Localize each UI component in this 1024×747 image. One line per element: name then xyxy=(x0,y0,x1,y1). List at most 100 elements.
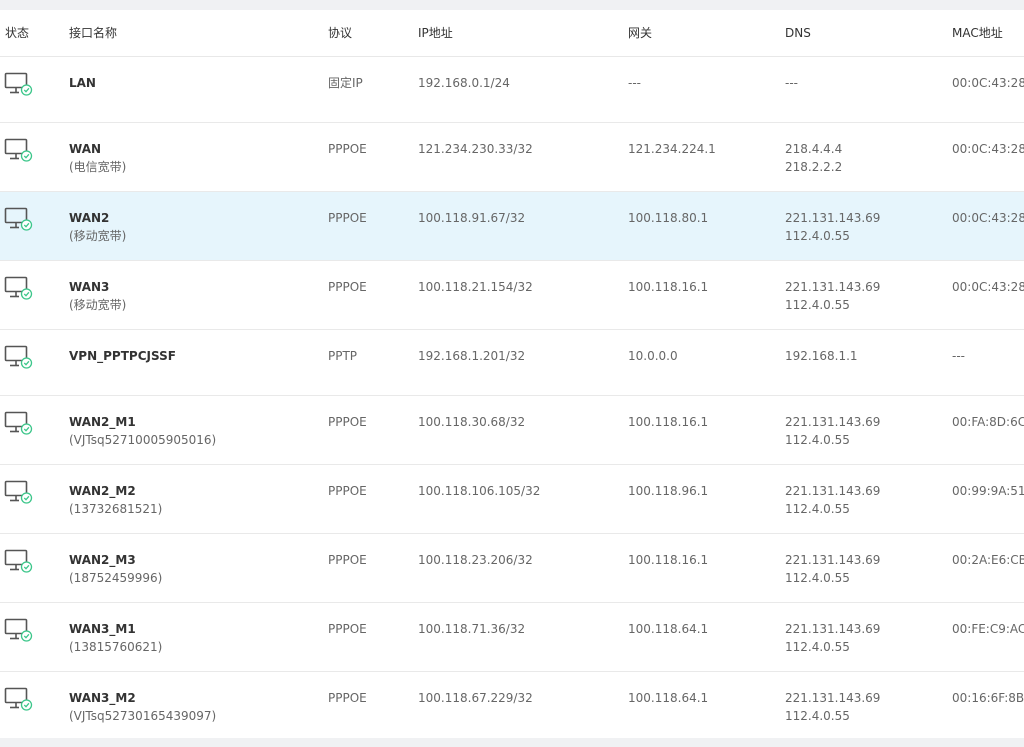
protocol-cell: PPPOE xyxy=(328,280,367,294)
table-row[interactable]: WAN3_M2 (VJTsq52730165439097) PPPOE 100.… xyxy=(0,672,1024,738)
interface-description: (移动宽带) xyxy=(69,298,127,312)
gateway-cell: 100.118.16.1 xyxy=(628,415,709,429)
interface-name: WAN2 xyxy=(69,211,110,225)
header-gateway: 网关 xyxy=(628,26,653,40)
ip-cell: 100.118.71.36/32 xyxy=(418,622,526,636)
protocol-cell: PPPOE xyxy=(328,622,367,636)
mac-cell: 00:16:6F:8B:9 xyxy=(952,691,1024,705)
protocol-cell: PPPOE xyxy=(328,211,367,225)
monitor-connected-icon xyxy=(4,345,33,369)
interface-name-cell: WAN2_M3 (18752459996) xyxy=(69,551,162,587)
dns-secondary: 112.4.0.55 xyxy=(785,640,850,654)
dns-cell: 221.131.143.69 112.4.0.55 xyxy=(785,482,880,518)
gateway-cell: 100.118.16.1 xyxy=(628,280,709,294)
protocol-cell: PPTP xyxy=(328,349,358,363)
interface-name-cell: LAN xyxy=(69,74,96,92)
monitor-connected-icon xyxy=(4,687,33,711)
ip-cell: 100.118.106.105/32 xyxy=(418,484,541,498)
mac-cell: 00:99:9A:51:8 xyxy=(952,484,1024,498)
mac-cell: 00:FE:C9:AC:E xyxy=(952,622,1024,636)
protocol-cell: PPPOE xyxy=(328,553,367,567)
table-row[interactable]: VPN_PPTPCJSSF PPTP 192.168.1.201/32 10.0… xyxy=(0,330,1024,396)
interface-name: VPN_PPTPCJSSF xyxy=(69,349,176,363)
dns-cell: 218.4.4.4 218.2.2.2 xyxy=(785,140,842,176)
interface-description: (移动宽带) xyxy=(69,229,127,243)
table-row[interactable]: WAN3_M1 (13815760621) PPPOE 100.118.71.3… xyxy=(0,603,1024,672)
interface-name: WAN2_M3 xyxy=(69,553,136,567)
dns-secondary: 112.4.0.55 xyxy=(785,298,850,312)
interface-name: WAN3_M1 xyxy=(69,622,136,636)
interface-name-cell: WAN2_M1 (VJTsq52710005905016) xyxy=(69,413,216,449)
dns-primary: 221.131.143.69 xyxy=(785,280,881,294)
interface-name: WAN2_M1 xyxy=(69,415,136,429)
interface-name: LAN xyxy=(69,76,96,90)
monitor-connected-icon xyxy=(4,480,33,504)
table-body: LAN 固定IP 192.168.0.1/24 --- --- 00:0C:43… xyxy=(0,57,1024,738)
interface-name: WAN3 xyxy=(69,280,110,294)
gateway-cell: 100.118.64.1 xyxy=(628,691,709,705)
monitor-connected-icon xyxy=(4,549,33,573)
gateway-cell: 100.118.80.1 xyxy=(628,211,709,225)
mac-cell: 00:0C:43:28:8 xyxy=(952,76,1024,90)
interface-description: (电信宽带) xyxy=(69,160,127,174)
mac-cell: 00:2A:E6:CB:/ xyxy=(952,553,1024,567)
dns-primary: 221.131.143.69 xyxy=(785,484,881,498)
dns-primary: 221.131.143.69 xyxy=(785,691,881,705)
interface-table-panel: 状态 接口名称 协议 IP地址 网关 DNS MAC地址 LAN 固定IP 19… xyxy=(0,10,1024,738)
dns-primary: 221.131.143.69 xyxy=(785,415,881,429)
gateway-cell: 121.234.224.1 xyxy=(628,142,716,156)
table-row[interactable]: WAN (电信宽带) PPPOE 121.234.230.33/32 121.2… xyxy=(0,123,1024,192)
table-row[interactable]: WAN2_M2 (13732681521) PPPOE 100.118.106.… xyxy=(0,465,1024,534)
monitor-connected-icon xyxy=(4,276,33,300)
protocol-cell: PPPOE xyxy=(328,691,367,705)
interface-table: 状态 接口名称 协议 IP地址 网关 DNS MAC地址 LAN 固定IP 19… xyxy=(0,10,1024,738)
dns-cell: 221.131.143.69 112.4.0.55 xyxy=(785,689,880,725)
dns-cell: 221.131.143.69 112.4.0.55 xyxy=(785,278,880,314)
dns-cell: 221.131.143.69 112.4.0.55 xyxy=(785,209,880,245)
interface-description: (13732681521) xyxy=(69,502,163,516)
interface-name-cell: WAN2_M2 (13732681521) xyxy=(69,482,162,518)
interface-name: WAN xyxy=(69,142,102,156)
ip-cell: 121.234.230.33/32 xyxy=(418,142,533,156)
dns-cell: 221.131.143.69 112.4.0.55 xyxy=(785,413,880,449)
header-dns: DNS xyxy=(785,26,811,40)
monitor-connected-icon xyxy=(4,618,33,642)
protocol-cell: PPPOE xyxy=(328,484,367,498)
dns-primary: 221.131.143.69 xyxy=(785,211,881,225)
protocol-cell: 固定IP xyxy=(328,76,363,90)
table-row[interactable]: WAN2_M1 (VJTsq52710005905016) PPPOE 100.… xyxy=(0,396,1024,465)
dns-secondary: 112.4.0.55 xyxy=(785,502,850,516)
interface-name-cell: WAN3 (移动宽带) xyxy=(69,278,126,314)
ip-cell: 100.118.21.154/32 xyxy=(418,280,533,294)
table-row[interactable]: WAN2_M3 (18752459996) PPPOE 100.118.23.2… xyxy=(0,534,1024,603)
ip-cell: 100.118.67.229/32 xyxy=(418,691,533,705)
dns-cell: --- xyxy=(785,74,798,92)
monitor-connected-icon xyxy=(4,207,33,231)
header-status: 状态 xyxy=(5,26,30,40)
interface-name-cell: VPN_PPTPCJSSF xyxy=(69,347,176,365)
header-name: 接口名称 xyxy=(69,26,118,40)
monitor-connected-icon xyxy=(4,411,33,435)
table-row[interactable]: LAN 固定IP 192.168.0.1/24 --- --- 00:0C:43… xyxy=(0,57,1024,123)
dns-cell: 221.131.143.69 112.4.0.55 xyxy=(785,551,880,587)
mac-cell: 00:0C:43:28:8 xyxy=(952,211,1024,225)
table-row[interactable]: WAN2 (移动宽带) PPPOE 100.118.91.67/32 100.1… xyxy=(0,192,1024,261)
dns-primary: 218.4.4.4 xyxy=(785,142,843,156)
dns-cell: 192.168.1.1 xyxy=(785,347,858,365)
gateway-cell: 100.118.16.1 xyxy=(628,553,709,567)
ip-cell: 192.168.0.1/24 xyxy=(418,76,510,90)
gateway-cell: 10.0.0.0 xyxy=(628,349,678,363)
ip-cell: 100.118.91.67/32 xyxy=(418,211,526,225)
dns-primary: --- xyxy=(785,76,798,90)
interface-description: (13815760621) xyxy=(69,640,163,654)
monitor-connected-icon xyxy=(4,72,33,96)
interface-name-cell: WAN3_M1 (13815760621) xyxy=(69,620,162,656)
dns-cell: 221.131.143.69 112.4.0.55 xyxy=(785,620,880,656)
table-row[interactable]: WAN3 (移动宽带) PPPOE 100.118.21.154/32 100.… xyxy=(0,261,1024,330)
header-protocol: 协议 xyxy=(328,26,353,40)
mac-cell: --- xyxy=(952,349,965,363)
protocol-cell: PPPOE xyxy=(328,142,367,156)
dns-primary: 221.131.143.69 xyxy=(785,622,881,636)
protocol-cell: PPPOE xyxy=(328,415,367,429)
dns-secondary: 218.2.2.2 xyxy=(785,160,843,174)
